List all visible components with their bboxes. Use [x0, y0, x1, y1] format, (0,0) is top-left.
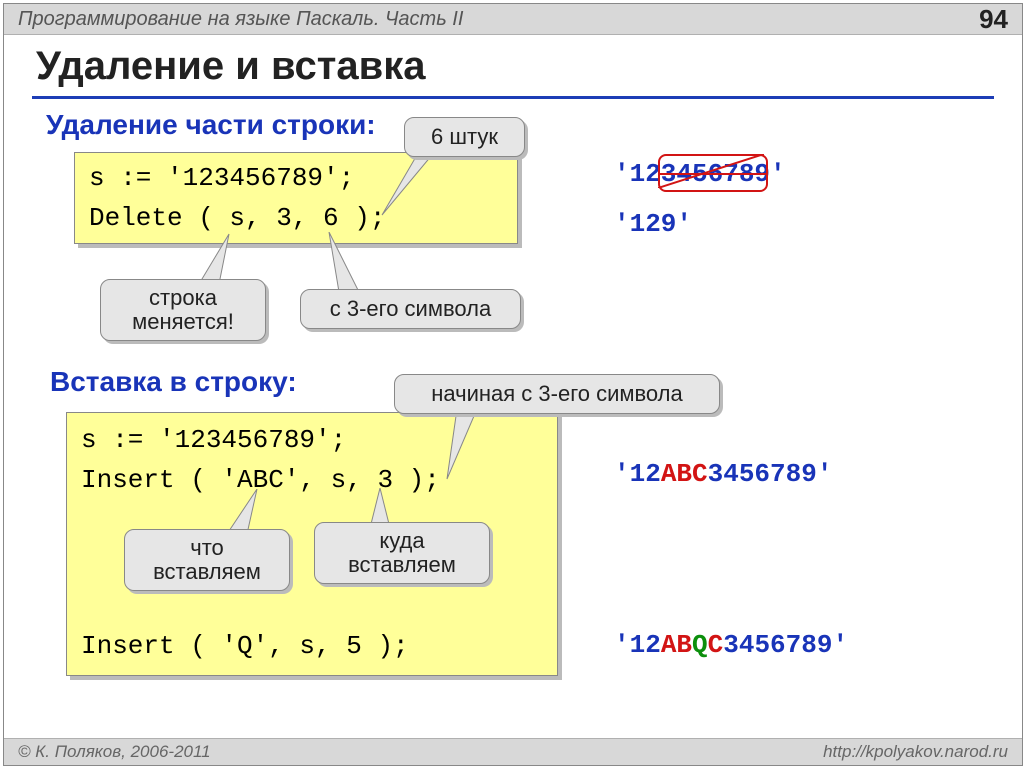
doc-title: Программирование на языке Паскаль. Часть…	[18, 8, 463, 31]
page-title: Удаление и вставка	[36, 44, 425, 89]
callout-tail-icon	[442, 404, 502, 484]
callout-tail-icon	[362, 147, 442, 217]
text: '12	[614, 459, 661, 489]
page-number: 94	[979, 4, 1008, 35]
text: 3456789'	[708, 459, 833, 489]
title-rule	[32, 96, 994, 99]
text: '12	[614, 630, 661, 660]
callout-where-insert: куда вставляем	[314, 522, 490, 584]
result-after: '129'	[614, 209, 692, 239]
code-line: s := '123456789';	[81, 425, 346, 455]
callout-six-items: 6 штук	[404, 117, 525, 157]
footer-link: http://kpolyakov.narod.ru	[823, 742, 1008, 762]
text: Q	[692, 630, 708, 660]
codebox-delete: s := '123456789'; Delete ( s, 3, 6 );	[74, 152, 518, 244]
copyright: © К. Поляков, 2006-2011	[18, 742, 211, 762]
strike-diag-icon	[658, 154, 764, 188]
callout-tail-icon	[324, 232, 384, 297]
slide: Программирование на языке Паскаль. Часть…	[3, 3, 1023, 766]
text: C	[708, 630, 724, 660]
bottombar: © К. Поляков, 2006-2011 http://kpolyakov…	[4, 738, 1022, 765]
result-insert-2: '12ABQC3456789'	[614, 630, 848, 660]
text: AB	[661, 630, 692, 660]
section1-heading: Удаление части строки:	[46, 109, 376, 141]
callout-from-third: с 3-его символа	[300, 289, 521, 329]
callout-starting-third: начиная с 3-его символа	[394, 374, 720, 414]
text: ABC	[661, 459, 708, 489]
callout-what-insert: что вставляем	[124, 529, 290, 591]
callout-string-changes: строка меняется!	[100, 279, 266, 341]
section2-heading: Вставка в строку:	[50, 366, 297, 398]
code-line: Insert ( 'Q', s, 5 );	[81, 631, 409, 661]
topbar: Программирование на языке Паскаль. Часть…	[4, 4, 1022, 35]
text: 3456789'	[723, 630, 848, 660]
result-insert-1: '12ABC3456789'	[614, 459, 832, 489]
code-line: s := '123456789';	[89, 163, 354, 193]
